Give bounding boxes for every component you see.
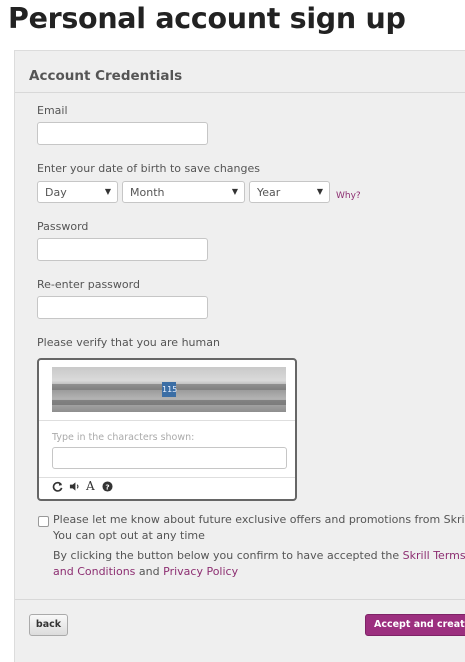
year-select-value: Year — [257, 186, 281, 199]
dob-label: Enter your date of birth to save changes — [37, 162, 260, 175]
reenter-password-label: Re-enter password — [37, 278, 140, 291]
chevron-down-icon: ▼ — [316, 187, 323, 196]
captcha-input[interactable] — [52, 447, 287, 469]
captcha-label: Please verify that you are human — [37, 336, 220, 349]
audio-icon[interactable] — [69, 481, 80, 495]
email-label: Email — [37, 104, 68, 117]
captcha-hint: Type in the characters shown: — [52, 432, 195, 443]
year-select[interactable]: Year ▼ — [249, 181, 330, 203]
captcha-divider — [39, 420, 295, 421]
section-title: Account Credentials — [29, 68, 183, 84]
chevron-down-icon: ▼ — [231, 187, 238, 196]
day-select[interactable]: Day ▼ — [37, 181, 118, 203]
help-icon[interactable]: ? — [102, 481, 113, 495]
captcha-image: 115 — [52, 367, 286, 412]
back-button[interactable]: back — [29, 614, 68, 636]
captcha-box: 115 Type in the characters shown: A ? — [37, 358, 297, 501]
page-title: Personal account sign up — [8, 2, 406, 35]
terms-text: By clicking the button below you confirm… — [53, 548, 465, 580]
section-divider — [15, 92, 465, 93]
password-field[interactable] — [37, 238, 208, 261]
privacy-policy-link[interactable]: Privacy Policy — [163, 565, 238, 578]
day-select-value: Day — [45, 186, 67, 199]
reenter-password-field[interactable] — [37, 296, 208, 319]
email-field[interactable] — [37, 122, 208, 145]
captcha-toolbar: A ? — [39, 477, 295, 500]
footer-divider — [15, 599, 465, 600]
month-select-value: Month — [130, 186, 165, 199]
refresh-icon[interactable] — [52, 481, 63, 495]
accept-and-create-account-button[interactable]: Accept and create account — [365, 614, 465, 636]
captcha-image-text: 115 — [162, 382, 177, 397]
month-select[interactable]: Month ▼ — [122, 181, 245, 203]
offers-text: Please let me know about future exclusiv… — [53, 513, 465, 542]
captcha-image-stripe — [52, 400, 286, 405]
why-link[interactable]: Why? — [336, 191, 361, 201]
terms-prefix: By clicking the button below you confirm… — [53, 549, 400, 562]
terms-and: and — [138, 565, 160, 578]
offers-checkbox[interactable] — [38, 516, 49, 527]
password-label: Password — [37, 220, 89, 233]
account-credentials-panel: Account Credentials Email Enter your dat… — [14, 50, 465, 662]
chevron-down-icon: ▼ — [104, 187, 111, 196]
text-mode-icon[interactable]: A — [86, 479, 95, 493]
svg-text:?: ? — [105, 482, 109, 491]
